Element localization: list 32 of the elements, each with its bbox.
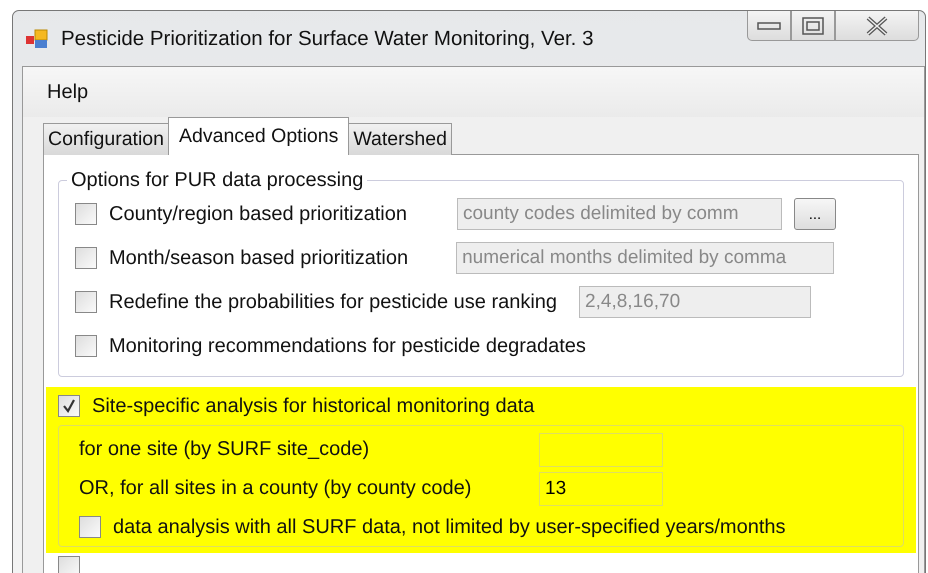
tab[interactable]: Watershed: [348, 123, 452, 155]
option-label: data analysis with all SURF data, not limited by user-specified years/months: [113, 516, 786, 538]
checkbox[interactable]: [79, 516, 101, 538]
checkbox[interactable]: [58, 395, 80, 417]
option-label: Redefine the probabilities for pesticide use ranking: [109, 290, 558, 314]
checkbox[interactable]: [75, 247, 97, 269]
option-label: Site-specific analysis for historical monitoring data: [92, 394, 534, 418]
checkbox[interactable]: [58, 556, 80, 573]
checkbox[interactable]: [75, 203, 97, 225]
tab[interactable]: Advanced Options: [168, 117, 350, 155]
menu-item[interactable]: Help: [37, 78, 98, 106]
minimize-icon: [757, 20, 781, 30]
browse-button[interactable]: ...: [794, 198, 836, 230]
option-label: County/region based prioritization: [109, 202, 407, 226]
checkbox[interactable]: [75, 291, 97, 313]
maximize-icon: [802, 16, 824, 34]
input-field[interactable]: [539, 432, 663, 466]
minimize-button[interactable]: [747, 11, 791, 41]
field-label: for one site (by SURF site_code): [79, 438, 370, 461]
option-label: Monitoring recommendations for pesticide degradates: [109, 334, 586, 358]
checkbox[interactable]: [75, 335, 97, 357]
field-label: OR, for all sites in a county (by county code): [79, 477, 472, 500]
close-icon: [865, 16, 889, 36]
close-button[interactable]: [835, 11, 919, 41]
tab[interactable]: Configuration: [43, 123, 169, 155]
group-title: Options for PUR data processing: [70, 169, 364, 192]
window-title: Pesticide Prioritization for Surface Water Monitoring, Ver. 3: [61, 26, 594, 50]
app-icon: [25, 28, 49, 50]
maximize-button[interactable]: [791, 11, 835, 41]
option-label: Month/season based prioritization: [109, 246, 408, 270]
check-icon: [61, 398, 77, 414]
input-field[interactable]: 13: [539, 472, 663, 506]
